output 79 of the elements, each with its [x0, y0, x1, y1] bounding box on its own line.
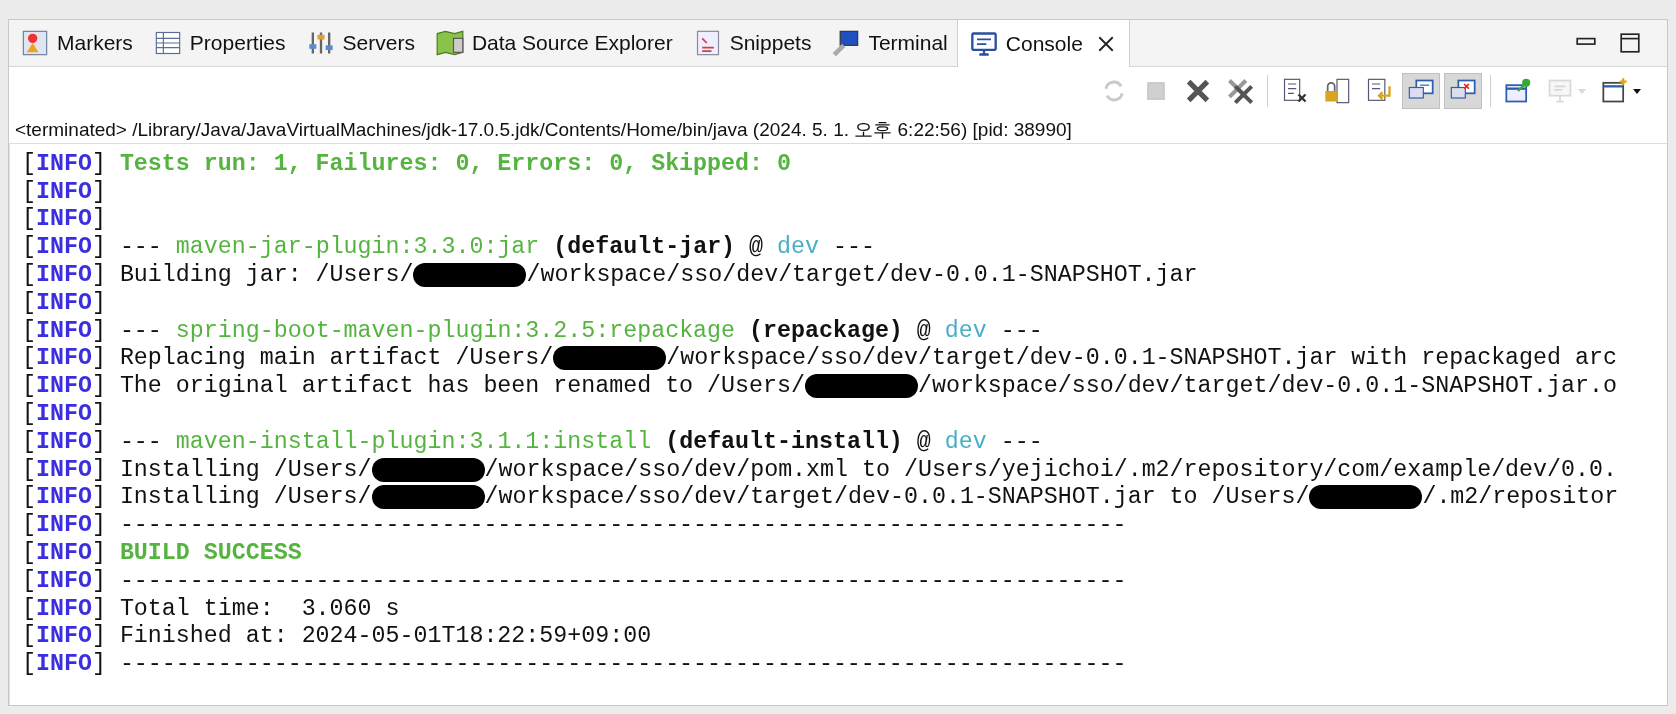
log-text: dev: [944, 317, 987, 344]
log-text: /.m2/repositor: [1422, 484, 1619, 511]
monitor-icon: [832, 29, 861, 57]
log-text: ---: [833, 234, 875, 261]
log-text: The original artifact has been renamed to /Users/: [119, 373, 805, 400]
log-level: [INFO]: [22, 456, 106, 483]
log-level: [INFO]: [22, 512, 106, 539]
log-text: Total time: 3.060 s: [119, 595, 400, 622]
view-tab[interactable]: Terminal: [820, 20, 957, 66]
log-text: ------------------------------------------------------------------------: [119, 512, 1127, 539]
log-level: [INFO]: [22, 262, 106, 289]
log-text: @: [749, 234, 764, 261]
log-level: [INFO]: [22, 234, 106, 261]
double-cross-icon: [1226, 77, 1254, 105]
log-text: maven-jar-plugin:3.3.0:jar: [175, 234, 540, 261]
log-text: @: [916, 317, 931, 344]
log-level: [INFO]: [22, 317, 106, 344]
log-level: [INFO]: [22, 178, 106, 205]
show-stderr-button[interactable]: [1444, 73, 1482, 109]
log-text: Replacing main artifact /Users/: [119, 345, 554, 372]
log-text: ------------------------------------------------------------------------: [119, 567, 1127, 594]
view-tab[interactable]: Markers: [9, 20, 142, 66]
log-text: ---: [1000, 428, 1043, 455]
log-text: (default-jar): [553, 234, 736, 261]
log-text: Installing /Users/: [119, 456, 372, 483]
log-level: [INFO]: [22, 401, 106, 428]
log-level: [INFO]: [22, 484, 106, 511]
view-tab[interactable]: Properties: [141, 20, 295, 66]
map-icon: [435, 29, 464, 57]
log-text: ---: [1000, 317, 1043, 344]
document-cross-icon: [1281, 77, 1309, 105]
process-description: <terminated> /Library/Java/JavaVirtualMachines/jdk-17.0.5.jdk/Contents/Home/bin/java (2024. 5. 1. 오후 6:22:56) [pid: 38990]: [9, 111, 1667, 144]
log-level: [INFO]: [22, 428, 106, 455]
log-text: ---: [119, 428, 162, 455]
log-text: ---: [119, 317, 162, 344]
log-text: Finished at: 2024-05-01T18:22:59+09:00: [119, 623, 652, 650]
maximize-icon[interactable]: [1619, 32, 1641, 54]
log-level: [INFO]: [22, 150, 106, 177]
log-level: [INFO]: [22, 289, 106, 316]
log-level: [INFO]: [22, 623, 106, 650]
log-text: @: [916, 428, 931, 455]
log-text: dev: [944, 428, 987, 455]
log-text: (default-install): [665, 428, 903, 455]
log-text: /workspace/sso/dev/target/dev-0.0.1-SNAPSHOT.jar: [526, 262, 1198, 289]
log-level: [INFO]: [22, 373, 106, 400]
log-text: Installing /Users/: [119, 484, 372, 511]
marker-icon: [21, 29, 49, 57]
log-level: [INFO]: [22, 567, 106, 594]
close-icon: [1184, 77, 1212, 105]
log-text: dev: [777, 234, 820, 261]
log-text: BUILD SUCCESS: [119, 540, 302, 567]
log-text: ---: [119, 234, 162, 261]
close-icon[interactable]: [1096, 34, 1115, 53]
view-tab[interactable]: Console: [956, 20, 1130, 67]
log-level: [INFO]: [22, 345, 106, 372]
monitor-icon: [1546, 77, 1574, 105]
show-stdout-button[interactable]: [1402, 73, 1440, 109]
log-level: [INFO]: [22, 206, 106, 233]
log-text: /workspace/sso/dev/target/dev-0.0.1-SNAPSHOT.jar to /Users/: [484, 484, 1310, 511]
log-level: [INFO]: [22, 651, 106, 678]
log-text: /workspace/sso/dev/target/dev-0.0.1-SNAPSHOT.jar with repackaged arc: [666, 345, 1617, 372]
log-text: maven-install-plugin:3.1.1:install: [175, 428, 652, 455]
log-text: (repackage): [749, 317, 903, 344]
log-text: /workspace/sso/dev/target/dev-0.0.1-SNAPSHOT.jar.o: [917, 373, 1617, 400]
log-text: Tests run: 1, Failures: 0, Errors: 0, Skipped: 0: [119, 150, 791, 177]
lock-icon: [1323, 77, 1351, 105]
log-text: Building jar: /Users/: [119, 262, 414, 289]
view-tab[interactable]: Servers: [294, 20, 424, 66]
pin-icon: [1504, 77, 1532, 105]
monitor-icon: [969, 29, 998, 58]
view-tab[interactable]: Data Source Explorer: [423, 20, 682, 66]
log-text: ------------------------------------------------------------------------: [119, 651, 1127, 678]
log-text: spring-boot-maven-plugin:3.2.5:repackage: [175, 317, 736, 344]
log-level: [INFO]: [22, 540, 106, 567]
view-tab[interactable]: Snippets: [681, 20, 821, 66]
new-window-icon: [1601, 77, 1629, 105]
log-level: [INFO]: [22, 595, 106, 622]
table-icon: [153, 29, 182, 57]
log-text: /workspace/sso/dev/pom.xml to /Users/yejichoi/.m2/repository/com/example/dev/0.0.: [484, 456, 1617, 483]
